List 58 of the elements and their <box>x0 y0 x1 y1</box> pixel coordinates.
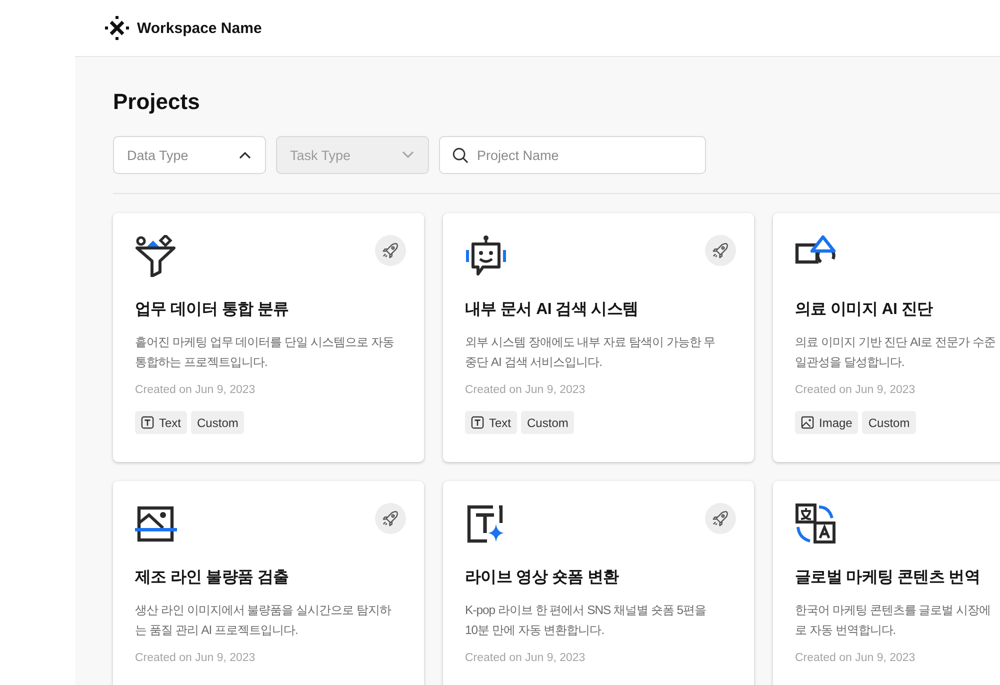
project-card[interactable]: 업무 데이터 통합 분류 흩어진 마케팅 업무 데이터를 단일 시스템으로 자동 통합하는 프로젝트입니다. Created on Jun 9, 2023 Text Custom <box>113 213 424 462</box>
project-card[interactable]: 글로벌 마케팅 콘텐츠 번역 한국어 마케팅 콘텐츠를 글로벌 시장에 로 자동 번역합니다. Created on Jun 9, 2023 <box>773 481 1000 685</box>
project-description: 생산 라인 이미지에서 불량품을 실시간으로 탐지하 <box>135 602 391 619</box>
created-date: Created on Jun 9, 2023 <box>135 652 256 664</box>
project-card[interactable]: 제조 라인 불량품 검출 생산 라인 이미지에서 불량품을 실시간으로 탐지하 는 품질 관리 AI 프로젝트입니다. Created on Jun 9, 2023 <box>113 481 424 685</box>
rocket-icon <box>712 510 729 527</box>
project-description: 외부 시스템 장애에도 내부 자료 탐색이 가능한 무 <box>465 334 716 351</box>
project-description: 통합하는 프로젝트입니다. <box>135 354 268 371</box>
created-date: Created on Jun 9, 2023 <box>465 384 586 396</box>
robot-chat-icon <box>465 235 507 277</box>
logo-icon <box>105 16 129 40</box>
project-title: 의료 이미지 AI 진단 <box>795 300 933 320</box>
project-description: 한국어 마케팅 콘텐츠를 글로벌 시장에 <box>795 602 991 619</box>
project-description: 일관성을 달성합니다. <box>795 354 904 371</box>
translate-icon <box>795 503 837 545</box>
search-input[interactable]: Project Name <box>475 146 693 164</box>
project-card[interactable]: 라이브 영상 숏폼 변환 K-pop 라이브 한 편에서 SNS 채널별 숏폼 5편을 10분 만에 자동 변환합니다. Created on Jun 9, 2023 <box>443 481 754 685</box>
project-description: 10분 만에 자동 변환합니다. <box>465 622 604 639</box>
search-field[interactable]: Project Name <box>439 136 706 174</box>
tag: Custom <box>862 411 916 434</box>
launch-button[interactable] <box>705 503 736 534</box>
project-description: 의료 이미지 기반 진단 AI로 전문가 수준 <box>795 334 996 351</box>
tag: Custom <box>521 411 574 434</box>
project-title: 글로벌 마케팅 콘텐츠 번역 <box>795 568 980 588</box>
tag: Custom <box>191 411 244 434</box>
workspace-name: Workspace Name <box>137 20 262 36</box>
project-card[interactable]: 내부 문서 AI 검색 시스템 외부 시스템 장애에도 내부 자료 탐색이 가능한 무 중단 AI 검색 서비스입니다. Created on Jun 9, 2023 Text Custom <box>443 213 754 462</box>
search-icon <box>452 146 469 164</box>
page-title: Projects <box>113 88 200 116</box>
tag: Text <box>465 411 518 434</box>
project-title: 라이브 영상 숏폼 변환 <box>465 568 619 588</box>
rocket-icon <box>712 242 729 259</box>
rocket-icon <box>382 510 399 527</box>
image-icon <box>801 416 814 429</box>
created-date: Created on Jun 9, 2023 <box>795 384 916 396</box>
text-icon <box>141 416 154 429</box>
project-description: 로 자동 번역합니다. <box>795 622 896 639</box>
launch-button[interactable] <box>705 235 736 266</box>
project-description: 흩어진 마케팅 업무 데이터를 단일 시스템으로 자동 <box>135 334 394 351</box>
created-date: Created on Jun 9, 2023 <box>795 652 916 664</box>
project-card[interactable]: 의료 이미지 AI 진단 의료 이미지 기반 진단 AI로 전문가 수준 일관성을 달성합니다. Created on Jun 9, 2023 Image Custom <box>773 213 1000 462</box>
project-description: 는 품질 관리 AI 프로젝트입니다. <box>135 622 298 639</box>
project-description: K-pop 라이브 한 편에서 SNS 채널별 숏폼 5편을 <box>465 602 706 619</box>
chevron-icon <box>239 151 251 159</box>
text-icon <box>471 416 484 429</box>
rocket-icon <box>382 242 399 259</box>
chevron-icon <box>402 151 414 159</box>
project-title: 내부 문서 AI 검색 시스템 <box>465 300 638 320</box>
project-title: 제조 라인 불량품 검출 <box>135 568 289 588</box>
launch-button[interactable] <box>375 235 406 266</box>
funnel-icon <box>135 235 177 277</box>
created-date: Created on Jun 9, 2023 <box>135 384 256 396</box>
project-title: 업무 데이터 통합 분류 <box>135 300 289 320</box>
tag: Image <box>795 411 858 434</box>
tag: Text <box>135 411 188 434</box>
project-description: 중단 AI 검색 서비스입니다. <box>465 354 602 371</box>
created-date: Created on Jun 9, 2023 <box>465 652 586 664</box>
launch-button[interactable] <box>375 503 406 534</box>
